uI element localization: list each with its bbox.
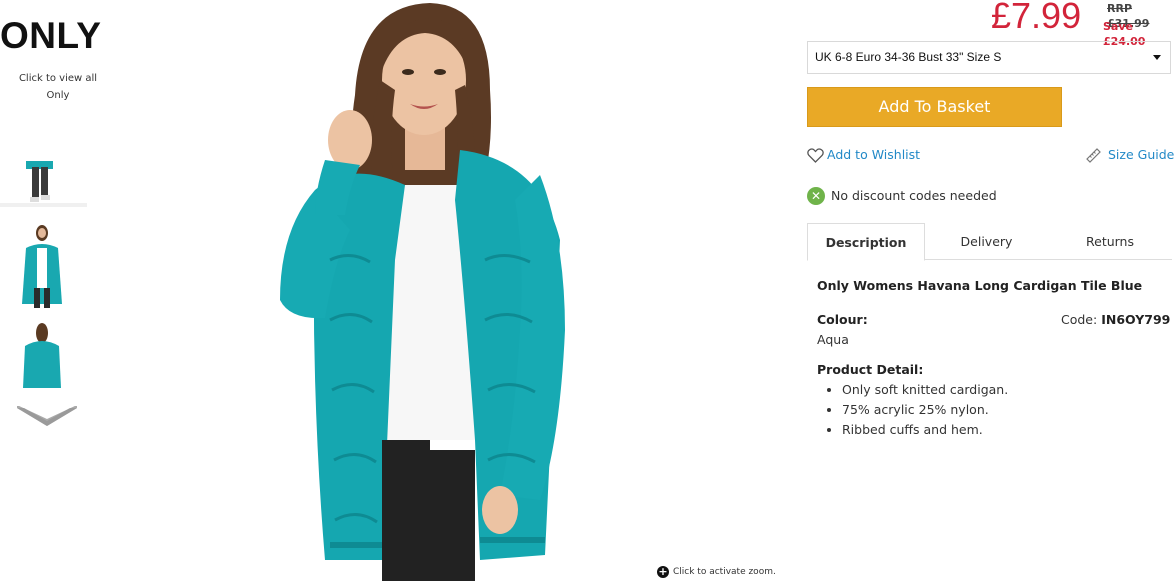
caret-down-icon[interactable]: [1153, 55, 1161, 60]
plus-circle-icon[interactable]: +: [657, 566, 669, 578]
thumbnail-2[interactable]: [0, 220, 87, 308]
chevron-down-icon[interactable]: [17, 405, 77, 428]
view-all-brand-link[interactable]: Click to view all Only: [0, 70, 116, 104]
zoom-hint[interactable]: + Click to activate zoom.: [657, 565, 776, 579]
discount-notice: ✕ No discount codes needed: [807, 186, 997, 205]
product-code: Code: IN6OY799: [1061, 310, 1170, 329]
ruler-icon[interactable]: [1085, 147, 1102, 164]
wishlist-label[interactable]: Add to Wishlist: [827, 146, 920, 164]
tab-delivery[interactable]: Delivery: [925, 223, 1048, 260]
size-dropdown-value[interactable]: UK 6-8 Euro 34-36 Bust 33" Size S: [815, 50, 1001, 64]
list-item: Ribbed cuffs and hem.: [842, 420, 1008, 440]
view-all-line-1[interactable]: Click to view all: [0, 70, 116, 87]
list-item: 75% acrylic 25% nylon.: [842, 400, 1008, 420]
size-guide-label[interactable]: Size Guide: [1108, 146, 1174, 164]
zoom-hint-text[interactable]: Click to activate zoom.: [673, 565, 776, 579]
current-price: £7.99: [991, 0, 1082, 36]
heart-icon[interactable]: [807, 147, 824, 163]
check-circle-icon: ✕: [807, 186, 825, 205]
size-guide-link[interactable]: Size Guide: [1085, 146, 1174, 164]
add-to-basket-button[interactable]: Add To Basket: [807, 87, 1062, 127]
product-detail-list: Only soft knitted cardigan. 75% acrylic …: [817, 380, 1008, 440]
list-item: Only soft knitted cardigan.: [842, 380, 1008, 400]
code-label: Code:: [1061, 312, 1098, 327]
code-value: IN6OY799: [1101, 312, 1171, 327]
colour-value: Aqua: [817, 332, 849, 347]
thumbnail-1[interactable]: [0, 121, 87, 207]
product-info-tabs: Description Delivery Returns: [807, 223, 1172, 261]
thumbnail-3[interactable]: [0, 318, 87, 388]
size-dropdown[interactable]: UK 6-8 Euro 34-36 Bust 33" Size S: [807, 41, 1171, 74]
tab-returns[interactable]: Returns: [1048, 223, 1172, 260]
product-title: Only Womens Havana Long Cardigan Tile Bl…: [817, 278, 1143, 293]
add-to-wishlist-link[interactable]: Add to Wishlist: [807, 146, 920, 164]
main-product-image[interactable]: [120, 0, 790, 581]
discount-text: No discount codes needed: [831, 188, 997, 203]
tab-description[interactable]: Description: [807, 223, 925, 261]
brand-logo[interactable]: ONLY: [0, 14, 101, 58]
product-detail-label: Product Detail:: [817, 362, 924, 377]
colour-label: Colour:: [817, 312, 868, 327]
view-all-line-2[interactable]: Only: [0, 87, 116, 104]
